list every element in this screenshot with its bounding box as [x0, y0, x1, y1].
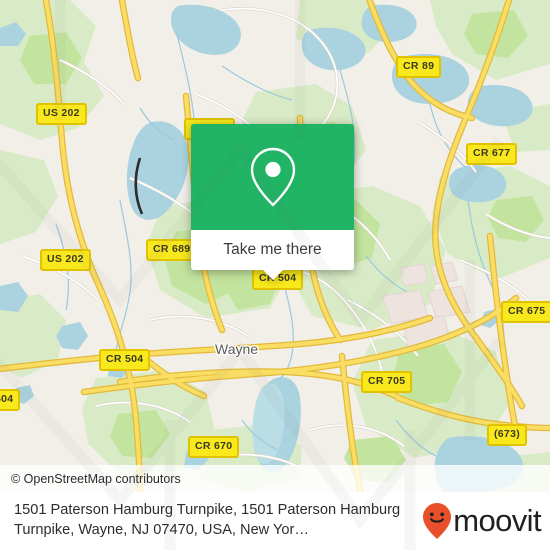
- location-title: 1501 Paterson Hamburg Turnpike, 1501 Pat…: [14, 502, 401, 538]
- popup-marker-panel: [191, 124, 354, 230]
- map-pin-icon: [250, 147, 295, 207]
- road-shield: CR 689: [146, 239, 198, 261]
- road-shield: US 202: [36, 103, 87, 125]
- osm-attribution-text[interactable]: © OpenStreetMap contributors: [0, 472, 181, 486]
- road-shield: CR 504: [99, 349, 151, 371]
- moovit-pin-smile-icon: [423, 503, 452, 539]
- map-attribution-bar: © OpenStreetMap contributors: [0, 465, 550, 492]
- road-shield: CR 675: [501, 301, 550, 323]
- popup-pointer: [261, 269, 284, 280]
- road-shield: 504: [0, 389, 21, 411]
- destination-popup[interactable]: Take me there: [191, 124, 354, 280]
- take-me-there-button[interactable]: Take me there: [191, 230, 354, 280]
- road-shield: CR 705: [361, 371, 413, 393]
- road-shield: CR 677: [466, 143, 518, 165]
- moovit-logo[interactable]: moovit: [422, 502, 550, 540]
- road-shield: (673): [487, 424, 528, 446]
- moovit-brand-name: moovit: [453, 503, 541, 538]
- footer-bar: 1501 Paterson Hamburg Turnpike, 1501 Pat…: [0, 492, 550, 550]
- map-screenshot: Wayne US 202 CR 89 CR 677 CR 689 US 202 CR 50…: [0, 0, 550, 550]
- road-shield: CR 89: [396, 56, 442, 78]
- road-shield: CR 670: [188, 436, 240, 458]
- road-shield: US 202: [40, 249, 91, 271]
- place-label: Wayne: [215, 341, 259, 357]
- take-me-there-label: Take me there: [223, 241, 322, 258]
